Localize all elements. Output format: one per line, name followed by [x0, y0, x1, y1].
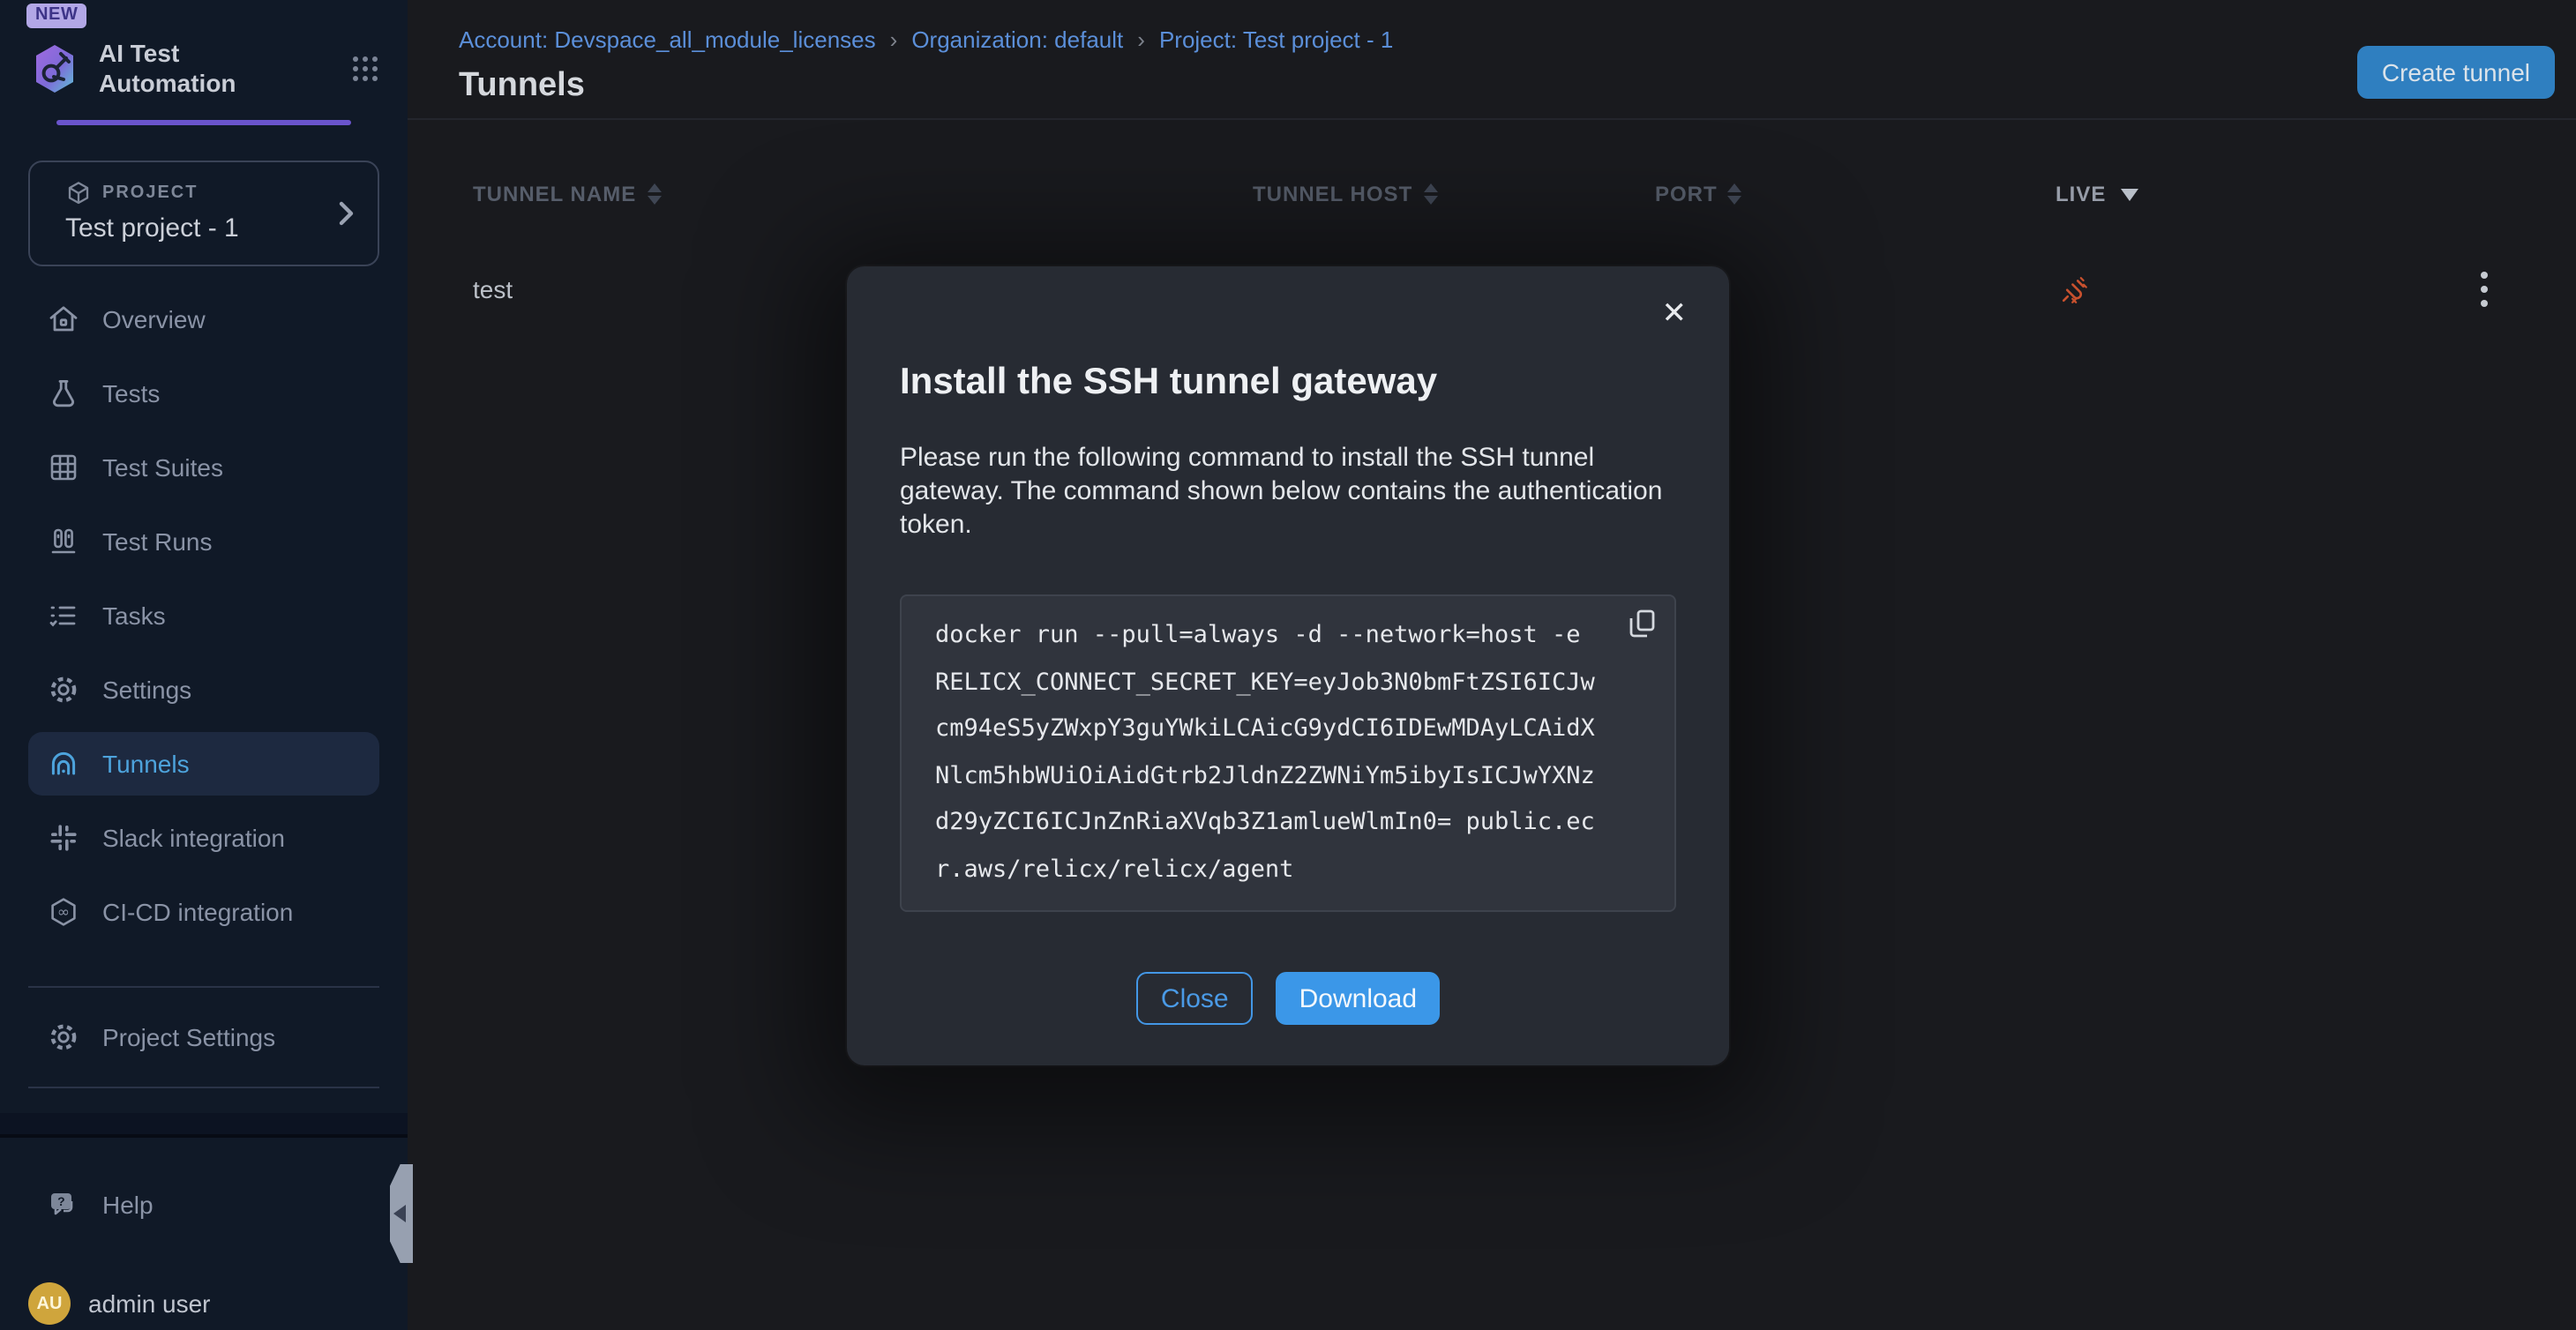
project-selector[interactable]: PROJECT Test project - 1 — [28, 161, 379, 266]
help-chat-icon: ? — [48, 1189, 79, 1221]
sidebar-divider — [28, 1087, 379, 1088]
svg-text:∞: ∞ — [57, 904, 70, 922]
close-icon[interactable]: ✕ — [1662, 298, 1688, 328]
sidebar-footer-separator — [0, 1113, 408, 1138]
breadcrumb-project[interactable]: Project: Test project - 1 — [1159, 26, 1393, 53]
grid-icon — [48, 452, 79, 483]
command-line: r.aws/relicx/relicx/agent — [935, 846, 1643, 893]
gear-icon — [48, 674, 79, 706]
download-button[interactable]: Download — [1277, 972, 1440, 1025]
sidebar-item-settings[interactable]: Settings — [28, 658, 379, 721]
row-menu-button[interactable] — [2477, 268, 2491, 310]
command-line: docker run --pull=always -d --network=ho… — [935, 612, 1643, 659]
sidebar-item-help[interactable]: ? Help — [28, 1173, 379, 1237]
sidebar-collapse-handle[interactable] — [390, 1164, 413, 1263]
slack-icon — [48, 822, 79, 854]
disconnected-plug-icon — [2059, 274, 2089, 304]
columns-icon — [48, 526, 79, 557]
svg-text:?: ? — [57, 1194, 65, 1208]
flask-icon — [48, 377, 79, 409]
cicd-icon: ∞ — [48, 896, 79, 928]
sidebar-item-overview[interactable]: Overview — [28, 288, 379, 351]
sidebar-item-tasks[interactable]: Tasks — [28, 584, 379, 647]
sort-icons — [647, 183, 661, 205]
brand-underline — [56, 120, 351, 125]
command-line: cm94eS5yZWxpY3guYWkiLCAicG9ydCI6IDEwMDAy… — [935, 706, 1643, 752]
sort-icons — [1423, 183, 1437, 205]
project-value: Test project - 1 — [65, 213, 353, 243]
sort-icons — [1728, 183, 1742, 205]
table-header: TUNNEL NAME TUNNEL HOST PORT LIVE — [408, 150, 2576, 238]
command-code-block: docker run --pull=always -d --network=ho… — [900, 594, 1676, 912]
project-label: PROJECT — [102, 183, 198, 203]
cell-tunnel-name: test — [473, 238, 513, 340]
sidebar-item-cicd-integration[interactable]: ∞ CI-CD integration — [28, 880, 379, 944]
page-title: Tunnels — [459, 67, 585, 106]
modal-title: Install the SSH tunnel gateway — [900, 362, 1676, 404]
modal-actions: Close Download — [900, 972, 1676, 1025]
header-divider — [408, 118, 2576, 120]
breadcrumb-organization[interactable]: Organization: default — [911, 26, 1123, 53]
sidebar-item-tests[interactable]: Tests — [28, 362, 379, 425]
user-name: admin user — [88, 1289, 211, 1318]
column-header-port[interactable]: PORT — [1655, 150, 1742, 238]
breadcrumb: Account: Devspace_all_module_licenses›Or… — [459, 26, 1393, 53]
app-root: NEW AI Test Automation — [0, 0, 2576, 1330]
sidebar-nav: Overview Tests Test Suites Test Runs — [0, 288, 408, 944]
list-icon — [48, 600, 79, 631]
sidebar-footer: ? Help AU admin user — [0, 1138, 408, 1325]
gear-icon — [48, 1021, 79, 1053]
cube-icon — [65, 180, 92, 206]
column-header-tunnel-name[interactable]: TUNNEL NAME — [473, 150, 661, 238]
create-tunnel-button[interactable]: Create tunnel — [2357, 46, 2555, 99]
command-line: Nlcm5hbWUiOiAidGtrb2JldnZ2ZWNiYm5ibyIsIC… — [935, 752, 1643, 799]
user-menu[interactable]: AU admin user — [28, 1282, 379, 1325]
sidebar-item-test-runs[interactable]: Test Runs — [28, 510, 379, 573]
home-icon — [48, 303, 79, 335]
breadcrumb-account[interactable]: Account: Devspace_all_module_licenses — [459, 26, 876, 53]
collapse-arrow-icon — [393, 1205, 406, 1222]
cell-live-status — [2059, 238, 2089, 340]
chevron-right-icon — [339, 201, 355, 226]
command-line: d29yZCI6ICJnZnRiaXVqb3Z1amlueWlmIn0= pub… — [935, 799, 1643, 846]
command-line: RELICX_CONNECT_SECRET_KEY=eyJob3N0bmFtZS… — [935, 659, 1643, 706]
column-header-live[interactable]: LIVE — [2056, 150, 2138, 238]
apps-grid-icon[interactable] — [351, 55, 379, 83]
copy-icon[interactable] — [1629, 609, 1657, 639]
column-header-tunnel-host[interactable]: TUNNEL HOST — [1253, 150, 1437, 238]
sidebar-divider — [28, 986, 379, 988]
tunnel-icon — [48, 748, 79, 780]
sidebar: NEW AI Test Automation — [0, 0, 408, 1330]
install-ssh-gateway-modal: ✕ Install the SSH tunnel gateway Please … — [847, 266, 1729, 1065]
sidebar-item-project-settings[interactable]: Project Settings — [28, 1005, 379, 1069]
sidebar-item-tunnels[interactable]: Tunnels — [28, 732, 379, 796]
sidebar-item-slack-integration[interactable]: Slack integration — [28, 806, 379, 870]
new-badge: NEW — [26, 4, 86, 28]
sidebar-header: NEW AI Test Automation — [0, 0, 408, 125]
modal-description: Please run the following command to inst… — [900, 441, 1676, 542]
avatar: AU — [28, 1282, 71, 1325]
sidebar-item-test-suites[interactable]: Test Suites — [28, 436, 379, 499]
close-button[interactable]: Close — [1136, 972, 1254, 1025]
app-title: AI Test Automation — [99, 39, 326, 99]
app-logo-icon — [28, 42, 81, 95]
sort-desc-icon — [2120, 188, 2138, 200]
